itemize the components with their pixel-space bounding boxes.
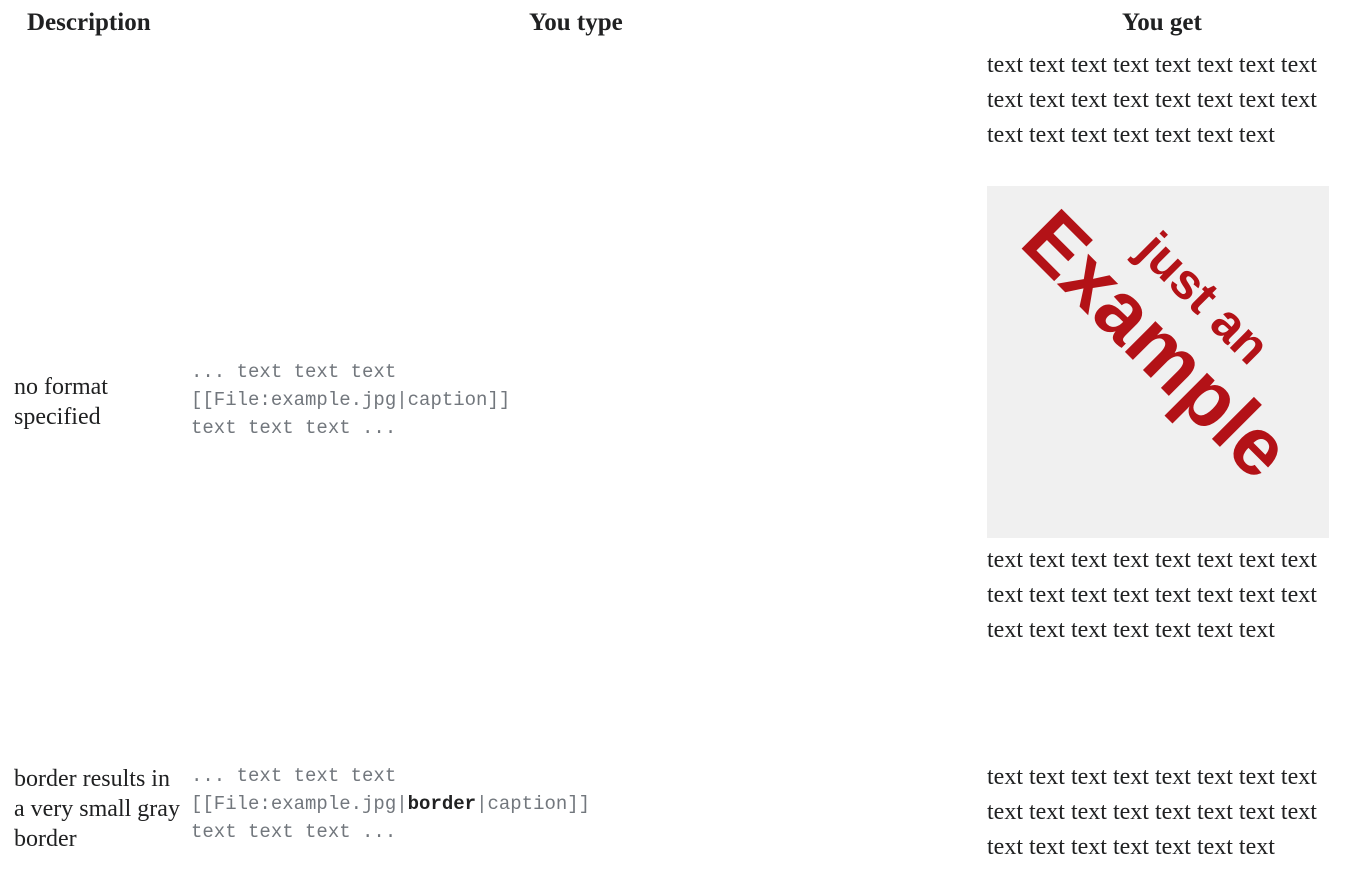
code-line: text text text ...: [191, 821, 397, 843]
code-line: ... text text text: [191, 361, 397, 383]
column-header-you-get: You get: [1122, 9, 1202, 36]
code-line: text text text ...: [191, 417, 397, 439]
row-1-result-text-after: text text text text text text text text …: [987, 547, 1317, 643]
example-image: just an Example: [987, 186, 1329, 538]
code-line: ... text text text: [191, 765, 397, 787]
code-keyword: border: [407, 793, 477, 815]
row-2-result-text-before: text text text text text text text text …: [987, 764, 1317, 860]
row-2-description: border results in a very small gray bord…: [14, 766, 180, 852]
example-image-graphic: just an Example: [1005, 193, 1308, 496]
code-line: [[File:example.jpg|: [191, 389, 408, 411]
code-line: |caption]]: [476, 793, 591, 815]
column-header-you-type: You type: [529, 9, 623, 36]
row-2-code: ... text text text [[File:example.jpg|bo…: [191, 762, 590, 846]
row-1-description: no format specified: [14, 374, 108, 430]
column-header-description: Description: [27, 9, 151, 36]
row-1-code: ... text text text [[File:example.jpg|ca…: [191, 358, 510, 442]
code-line: [[File:example.jpg|: [191, 793, 408, 815]
code-line: caption]]: [407, 389, 511, 411]
row-1-result-text-before: text text text text text text text text …: [987, 52, 1317, 148]
